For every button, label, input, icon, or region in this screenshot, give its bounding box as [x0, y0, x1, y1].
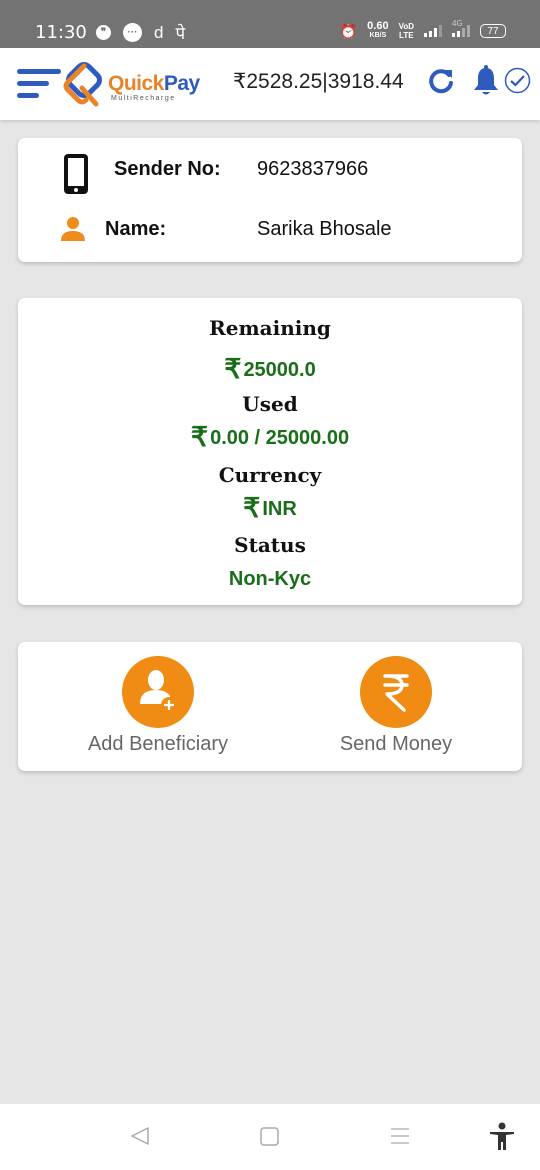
- refresh-icon[interactable]: [426, 66, 456, 96]
- notification-icons: ❞ ··· d पे: [96, 21, 185, 44]
- network-speed: 0.60 KB/S: [367, 20, 389, 40]
- recents-icon[interactable]: [388, 1124, 412, 1148]
- phone-icon: [64, 154, 88, 194]
- home-icon[interactable]: [258, 1124, 282, 1148]
- status-time: 11:30: [35, 22, 87, 43]
- back-icon[interactable]: [128, 1124, 152, 1148]
- logo-q-icon: [63, 62, 102, 107]
- verified-check-icon[interactable]: [504, 67, 531, 94]
- add-beneficiary-icon: [122, 656, 194, 728]
- sender-no-label: Sender No:: [114, 158, 221, 180]
- rupee-icon: ₹: [190, 422, 209, 452]
- battery-icon: 77: [480, 24, 506, 38]
- alarm-icon: ⏰: [339, 22, 358, 39]
- used-label: Used: [242, 392, 298, 416]
- currency-label: Currency: [218, 463, 322, 487]
- currency-value: ₹ INR: [243, 493, 297, 523]
- message-icon: ···: [123, 23, 142, 42]
- kyc-status-value: Non-Kyc: [228, 568, 312, 590]
- signal-icon: [424, 25, 442, 37]
- status-bar: 11:30 ❞ ··· d पे ⏰ 0.60 KB/S VoD LTE 4G …: [0, 0, 540, 48]
- volte-icon: VoD LTE: [398, 22, 414, 40]
- send-money-icon: [360, 656, 432, 728]
- menu-icon[interactable]: [17, 67, 63, 101]
- pe-app-icon: पे: [175, 24, 186, 43]
- d-app-icon: d: [154, 22, 164, 42]
- quickpay-logo: QuickPay MultiRecharge: [62, 62, 202, 108]
- wallet-balance: ₹2528.25|3918.44: [233, 70, 404, 93]
- used-value: ₹0.00 / 25000.00: [190, 422, 350, 452]
- system-nav-bar: [0, 1104, 540, 1170]
- limits-card: Remaining ₹25000.0 Used ₹0.00 / 25000.00…: [18, 298, 522, 605]
- sender-no-value: 9623837966: [257, 158, 369, 180]
- add-beneficiary-label: Add Beneficiary: [87, 733, 229, 755]
- accessibility-icon[interactable]: [488, 1122, 516, 1152]
- name-value: Sarika Bhosale: [257, 218, 392, 240]
- logo-text: QuickPay: [108, 72, 200, 95]
- chat-bubble-icon: ❞: [96, 25, 111, 40]
- sender-info-card: Sender No: 9623837966 Name: Sarika Bhosa…: [18, 138, 522, 262]
- rupee-icon: ₹: [243, 493, 261, 523]
- send-money-button[interactable]: Send Money: [286, 656, 506, 756]
- send-money-label: Send Money: [339, 733, 453, 755]
- remaining-value: ₹25000.0: [224, 354, 316, 384]
- person-icon: [61, 217, 85, 241]
- system-icons: ⏰ 0.60 KB/S VoD LTE 4G 77: [339, 19, 506, 40]
- app-bar: QuickPay MultiRecharge ₹2528.25|3918.44: [0, 48, 540, 120]
- notification-bell-icon[interactable]: [472, 65, 500, 97]
- actions-card: Add Beneficiary Send Money: [18, 642, 522, 771]
- add-beneficiary-button[interactable]: Add Beneficiary: [48, 656, 268, 756]
- rupee-icon: ₹: [224, 354, 242, 384]
- logo-subtitle: MultiRecharge: [111, 95, 176, 102]
- signal-4g-icon: 4G: [452, 19, 470, 37]
- name-label: Name:: [105, 218, 167, 240]
- status-label: Status: [234, 533, 306, 557]
- remaining-label: Remaining: [209, 316, 331, 340]
